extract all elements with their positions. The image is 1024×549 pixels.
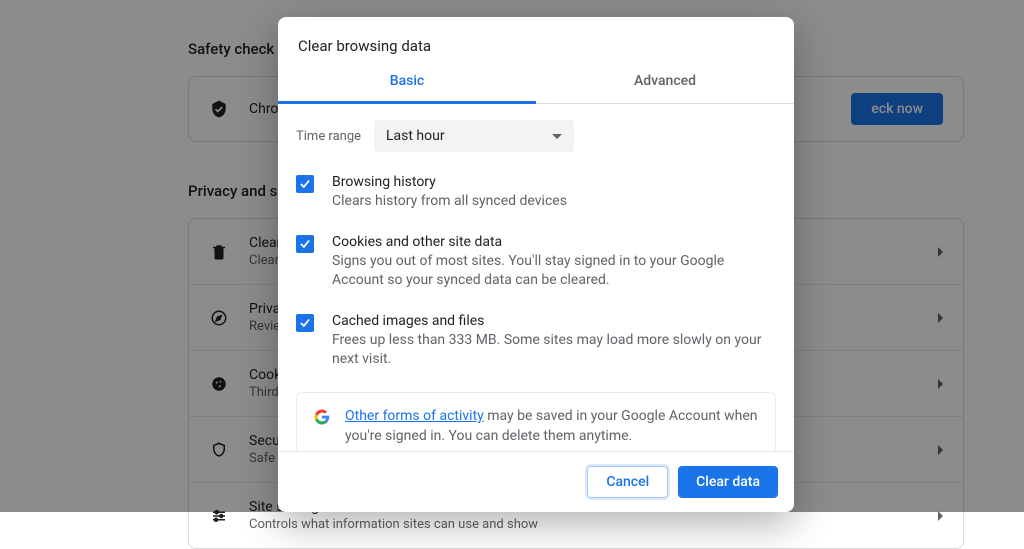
info-panel: Other forms of activity may be saved in … [296,392,776,451]
option-desc: Clears history from all synced devices [332,192,567,212]
time-range-select[interactable]: Last hour [374,120,574,152]
time-range-label: Time range [296,129,374,144]
dialog-title: Clear browsing data [278,17,794,73]
dialog-tabs: Basic Advanced [278,73,794,104]
clear-browsing-data-dialog: Clear browsing data Basic Advanced Time … [278,17,794,512]
option-title: Cached images and files [332,313,776,329]
checkbox-checked-icon[interactable] [296,235,314,253]
dialog-actions: Cancel Clear data [278,451,794,512]
info-text: Other forms of activity may be saved in … [345,407,759,446]
option-cached[interactable]: Cached images and files Frees up less th… [296,313,776,370]
chevron-right-icon [938,511,943,521]
tab-basic[interactable]: Basic [278,73,536,104]
option-cookies[interactable]: Cookies and other site data Signs you ou… [296,234,776,291]
google-icon [313,408,331,426]
other-activity-link[interactable]: Other forms of activity [345,408,484,424]
checkbox-checked-icon[interactable] [296,314,314,332]
option-title: Browsing history [332,174,567,190]
option-desc: Signs you out of most sites. You'll stay… [332,252,776,291]
time-range-value: Last hour [386,128,445,144]
option-title: Cookies and other site data [332,234,776,250]
option-browsing-history[interactable]: Browsing history Clears history from all… [296,174,776,212]
clear-data-button[interactable]: Clear data [678,466,778,498]
tab-advanced[interactable]: Advanced [536,73,794,103]
option-desc: Frees up less than 333 MB. Some sites ma… [332,331,776,370]
caret-down-icon [552,134,562,139]
dialog-body-scroll[interactable]: Time range Last hour Browsing history Cl… [278,104,794,451]
time-range-row: Time range Last hour [296,120,776,152]
checkbox-checked-icon[interactable] [296,175,314,193]
cancel-button[interactable]: Cancel [587,466,668,498]
